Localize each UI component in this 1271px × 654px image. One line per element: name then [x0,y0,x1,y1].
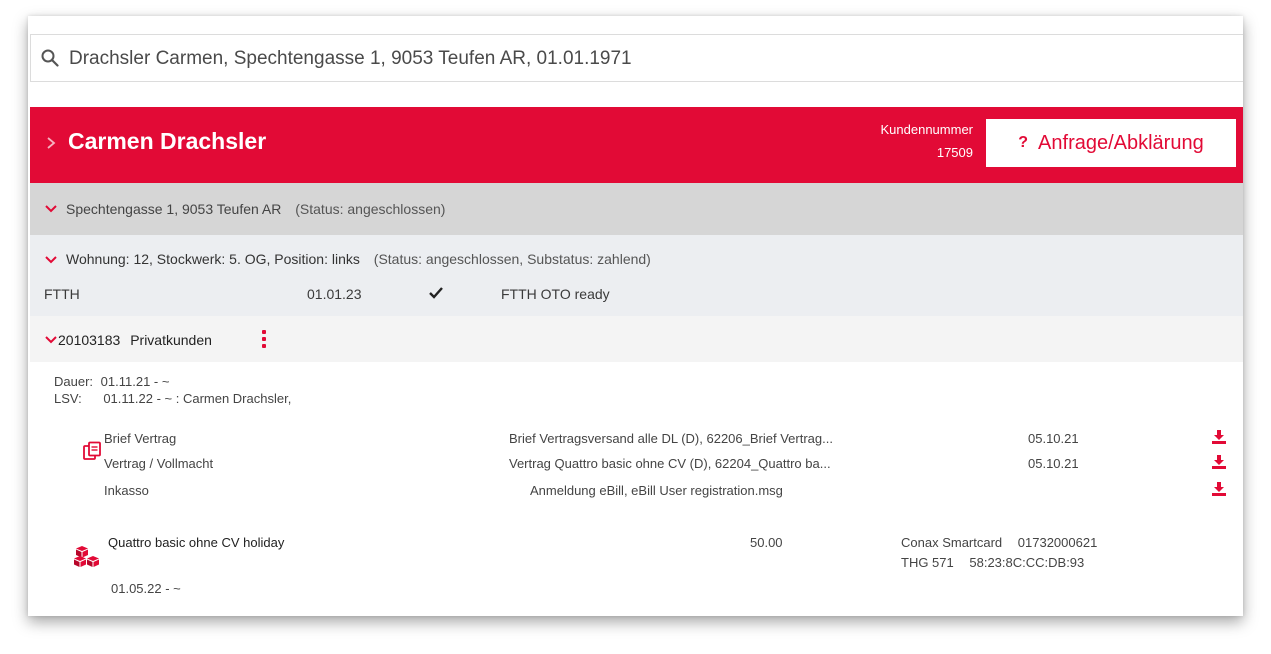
product-package-icon [74,546,99,567]
lsv-label: LSV: [54,391,82,406]
question-mark-icon: ? [1018,134,1029,151]
address-status: (Status: angeschlossen) [295,201,446,217]
duration-value: 01.11.21 - ~ [100,374,170,389]
product-name[interactable]: Quattro basic ohne CV holiday [108,535,284,550]
address-text: Spechtengasse 1, 9053 Teufen AR [66,201,282,217]
duration-label: Dauer: [54,374,94,389]
document-file[interactable]: Anmeldung eBill, eBill User registration… [530,483,783,498]
document-date: 05.10.21 [1028,456,1079,471]
customer-number-value: 17509 [936,145,973,160]
service-type: FTTH [44,286,80,302]
search-bar[interactable]: Drachsler Carmen, Spechtengasse 1, 9053 … [30,34,1243,82]
apartment-text: Wohnung: 12, Stockwerk: 5. OG, Position:… [66,251,360,267]
contract-number: 20103183 [58,332,121,348]
document-type: Vertrag / Vollmacht [104,456,214,471]
contract-type: Privatkunden [130,332,212,348]
contract-row[interactable]: 20103183 Privatkunden [30,316,1243,362]
search-input[interactable]: Drachsler Carmen, Spechtengasse 1, 9053 … [69,48,632,70]
product-price: 50.00 [750,535,783,550]
device-value: 01732000621 [1017,535,1098,550]
document-type: Brief Vertrag [104,431,177,446]
documents-icon [83,441,101,460]
download-icon[interactable] [1212,482,1226,496]
checkmark-icon [429,287,443,299]
document-date: 05.10.21 [1028,431,1079,446]
more-options-icon[interactable] [262,330,266,348]
document-file[interactable]: Brief Vertragsversand alle DL (D), 62206… [509,431,833,446]
product-date: 01.05.22 - ~ [111,581,181,596]
chevron-right-icon[interactable] [44,133,58,153]
apartment-status: (Status: angeschlossen, Substatus: zahle… [373,251,651,267]
customer-header: Carmen Drachsler Kundennummer 17509 ? An… [30,107,1243,183]
download-icon[interactable] [1212,455,1226,469]
apartment-row[interactable]: Wohnung: 12, Stockwerk: 5. OG, Position:… [30,235,1243,316]
device-value: 58:23:8C:CC:DB:93 [969,555,1085,570]
chevron-down-icon[interactable] [45,204,57,214]
document-type: Inkasso [104,483,149,498]
address-row[interactable]: Spechtengasse 1, 9053 Teufen AR (Status:… [30,183,1243,235]
chevron-down-icon[interactable] [45,335,57,345]
search-icon [41,49,59,67]
chevron-down-icon[interactable] [45,255,57,265]
service-date: 01.01.23 [307,286,362,302]
inquiry-button[interactable]: ? Anfrage/Abklärung [986,119,1236,167]
document-file[interactable]: Vertrag Quattro basic ohne CV (D), 62204… [509,456,831,471]
download-icon[interactable] [1212,430,1226,444]
inquiry-button-label: Anfrage/Abklärung [1038,131,1204,154]
device-label: Conax Smartcard [901,535,1003,550]
customer-name: Carmen Drachsler [68,128,267,154]
service-status: FTTH OTO ready [501,286,610,302]
customer-card: Drachsler Carmen, Spechtengasse 1, 9053 … [28,16,1243,616]
lsv-value: 01.11.22 - ~ : Carmen Drachsler, [103,391,292,406]
device-label: THG 571 [901,555,954,570]
customer-number-label: Kundennummer [880,122,974,137]
